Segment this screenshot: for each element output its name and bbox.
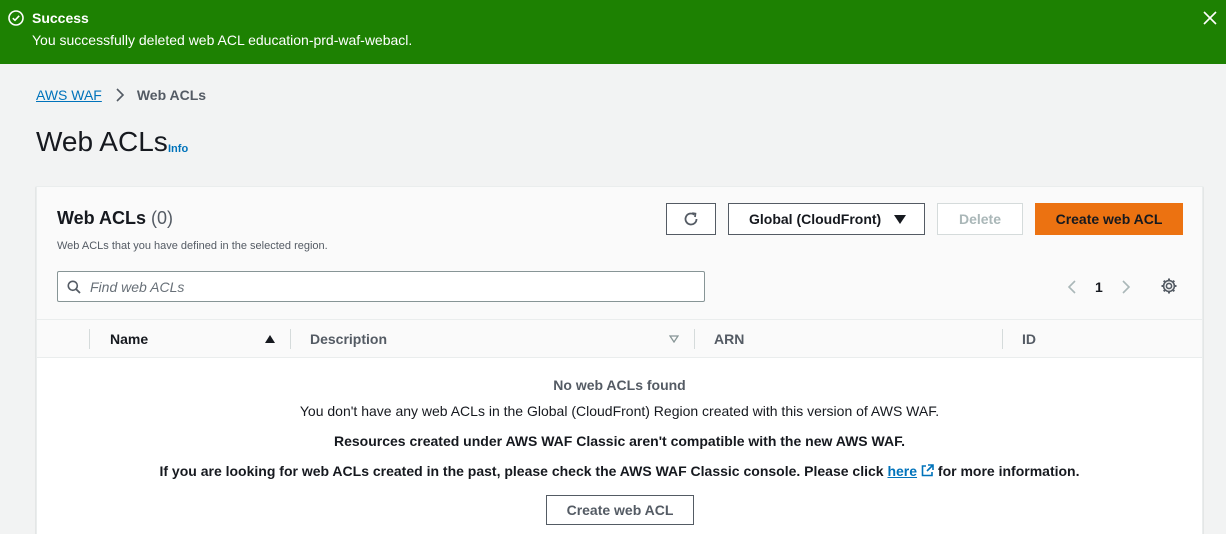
empty-state-classic-info: If you are looking for web ACLs created … bbox=[37, 463, 1202, 479]
success-flash-banner: Success You successfully deleted web ACL… bbox=[0, 0, 1226, 64]
web-acls-table-container: Web ACLs (0) Web ACLs that you have defi… bbox=[36, 186, 1203, 534]
pagination: 1 bbox=[1067, 277, 1131, 297]
here-link[interactable]: here bbox=[887, 463, 917, 479]
flash-title: Success bbox=[32, 10, 89, 26]
search-icon bbox=[67, 280, 81, 294]
region-select-label: Global (CloudFront) bbox=[749, 211, 882, 227]
refresh-button[interactable] bbox=[666, 203, 716, 235]
flash-message: You successfully deleted web ACL educati… bbox=[32, 32, 413, 48]
create-web-acl-button[interactable]: Create web ACL bbox=[1035, 203, 1183, 235]
table-title: Web ACLs (0) bbox=[57, 208, 173, 229]
table-empty-state: No web ACLs found You don't have any web… bbox=[37, 358, 1202, 534]
search-field[interactable] bbox=[57, 271, 705, 302]
classic-info-text-before: If you are looking for web ACLs created … bbox=[159, 463, 888, 479]
chevron-right-icon bbox=[116, 88, 124, 102]
delete-button[interactable]: Delete bbox=[937, 203, 1023, 235]
column-header-id[interactable]: ID bbox=[1022, 320, 1036, 358]
column-header-description[interactable]: Description bbox=[310, 320, 387, 358]
empty-create-web-acl-button[interactable]: Create web ACL bbox=[546, 495, 694, 525]
table-count: (0) bbox=[151, 208, 174, 228]
column-header-name[interactable]: Name bbox=[110, 320, 148, 358]
table-title-text: Web ACLs bbox=[57, 208, 147, 228]
page-title: Web ACLs bbox=[36, 126, 168, 157]
empty-state-message: You don't have any web ACLs in the Globa… bbox=[299, 403, 940, 419]
check-circle-icon bbox=[8, 10, 24, 26]
column-divider bbox=[1002, 329, 1003, 349]
table-column-headers: Name Description ARN ID bbox=[37, 319, 1202, 358]
column-divider bbox=[290, 329, 291, 349]
breadcrumb-aws-waf-link[interactable]: AWS WAF bbox=[36, 87, 102, 103]
table-description: Web ACLs that you have defined in the se… bbox=[57, 240, 328, 252]
breadcrumb-current: Web ACLs bbox=[136, 87, 207, 103]
column-header-arn[interactable]: ARN bbox=[714, 320, 744, 358]
empty-state-classic-warning: Resources created under AWS WAF Classic … bbox=[334, 433, 905, 449]
classic-info-text-after: for more information. bbox=[934, 463, 1080, 479]
sort-ascending-icon[interactable] bbox=[265, 335, 275, 343]
caret-down-icon bbox=[894, 215, 906, 224]
info-link[interactable]: Info bbox=[168, 143, 188, 155]
external-link-icon[interactable] bbox=[921, 464, 934, 477]
gear-icon[interactable] bbox=[1160, 277, 1178, 295]
refresh-icon bbox=[684, 212, 698, 226]
chevron-left-icon[interactable] bbox=[1067, 280, 1077, 294]
column-divider bbox=[694, 329, 695, 349]
region-select[interactable]: Global (CloudFront) bbox=[728, 203, 925, 235]
table-header-section: Web ACLs (0) Web ACLs that you have defi… bbox=[37, 187, 1202, 319]
breadcrumb: AWS WAF Web ACLs bbox=[36, 87, 206, 103]
page-number[interactable]: 1 bbox=[1095, 279, 1103, 295]
search-input[interactable] bbox=[90, 272, 690, 301]
close-icon[interactable] bbox=[1200, 8, 1220, 28]
chevron-right-icon[interactable] bbox=[1121, 280, 1131, 294]
column-divider bbox=[89, 329, 90, 349]
empty-state-title: No web ACLs found bbox=[553, 377, 686, 393]
sort-descending-icon[interactable] bbox=[669, 335, 679, 343]
